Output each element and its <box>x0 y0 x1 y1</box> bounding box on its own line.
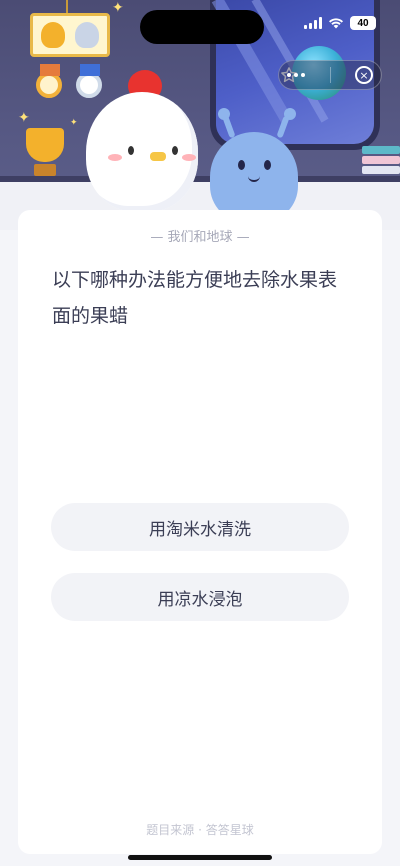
alien-antenna-tip <box>284 108 296 120</box>
chicken-eye <box>128 146 134 155</box>
dynamic-island <box>140 10 264 44</box>
chicken-mascot <box>86 92 198 212</box>
chicken-eye <box>172 146 178 155</box>
chicken-cheek <box>182 154 196 161</box>
sparkle-icon: ✦ <box>70 118 78 128</box>
home-indicator[interactable] <box>128 855 272 860</box>
silver-medal-icon <box>75 22 99 48</box>
status-bar-right: 40 <box>304 16 376 30</box>
wifi-icon <box>329 18 343 29</box>
alien-eye <box>264 160 271 170</box>
battery-icon: 40 <box>350 16 376 30</box>
answer-option-2[interactable]: 用凉水浸泡 <box>51 573 349 621</box>
gold-medal-icon <box>41 22 65 48</box>
medal-frame <box>30 13 110 57</box>
alien-antenna-tip <box>218 108 230 120</box>
sparkle-icon: ✦ <box>112 0 124 16</box>
capsule-divider <box>329 67 331 83</box>
trophy-base <box>34 164 56 176</box>
books-icon <box>362 146 400 178</box>
medal-ribbon <box>80 64 100 76</box>
chicken-beak <box>150 152 166 161</box>
category-header: — 我们和地球 — <box>150 230 250 245</box>
miniprogram-capsule: × <box>278 60 382 90</box>
signal-icon <box>304 17 322 29</box>
trophy-icon <box>26 128 64 162</box>
close-icon[interactable]: × <box>355 66 373 84</box>
chicken-cheek <box>108 154 122 161</box>
frame-hook <box>66 0 74 14</box>
sparkle-icon: ✦ <box>18 110 30 126</box>
answer-option-1[interactable]: 用淘米水清洗 <box>51 503 349 551</box>
medal-ribbon <box>40 64 60 76</box>
alien-eye <box>238 160 245 170</box>
question-card: — 我们和地球 — 以下哪种办法能方便地去除水果表面的果蜡 用淘米水清洗 用凉水… <box>18 210 382 854</box>
more-icon[interactable] <box>287 73 305 77</box>
question-text: 以下哪种办法能方便地去除水果表面的果蜡 <box>52 269 338 327</box>
question-source: 题目来源 · 答答星球 <box>146 823 254 837</box>
